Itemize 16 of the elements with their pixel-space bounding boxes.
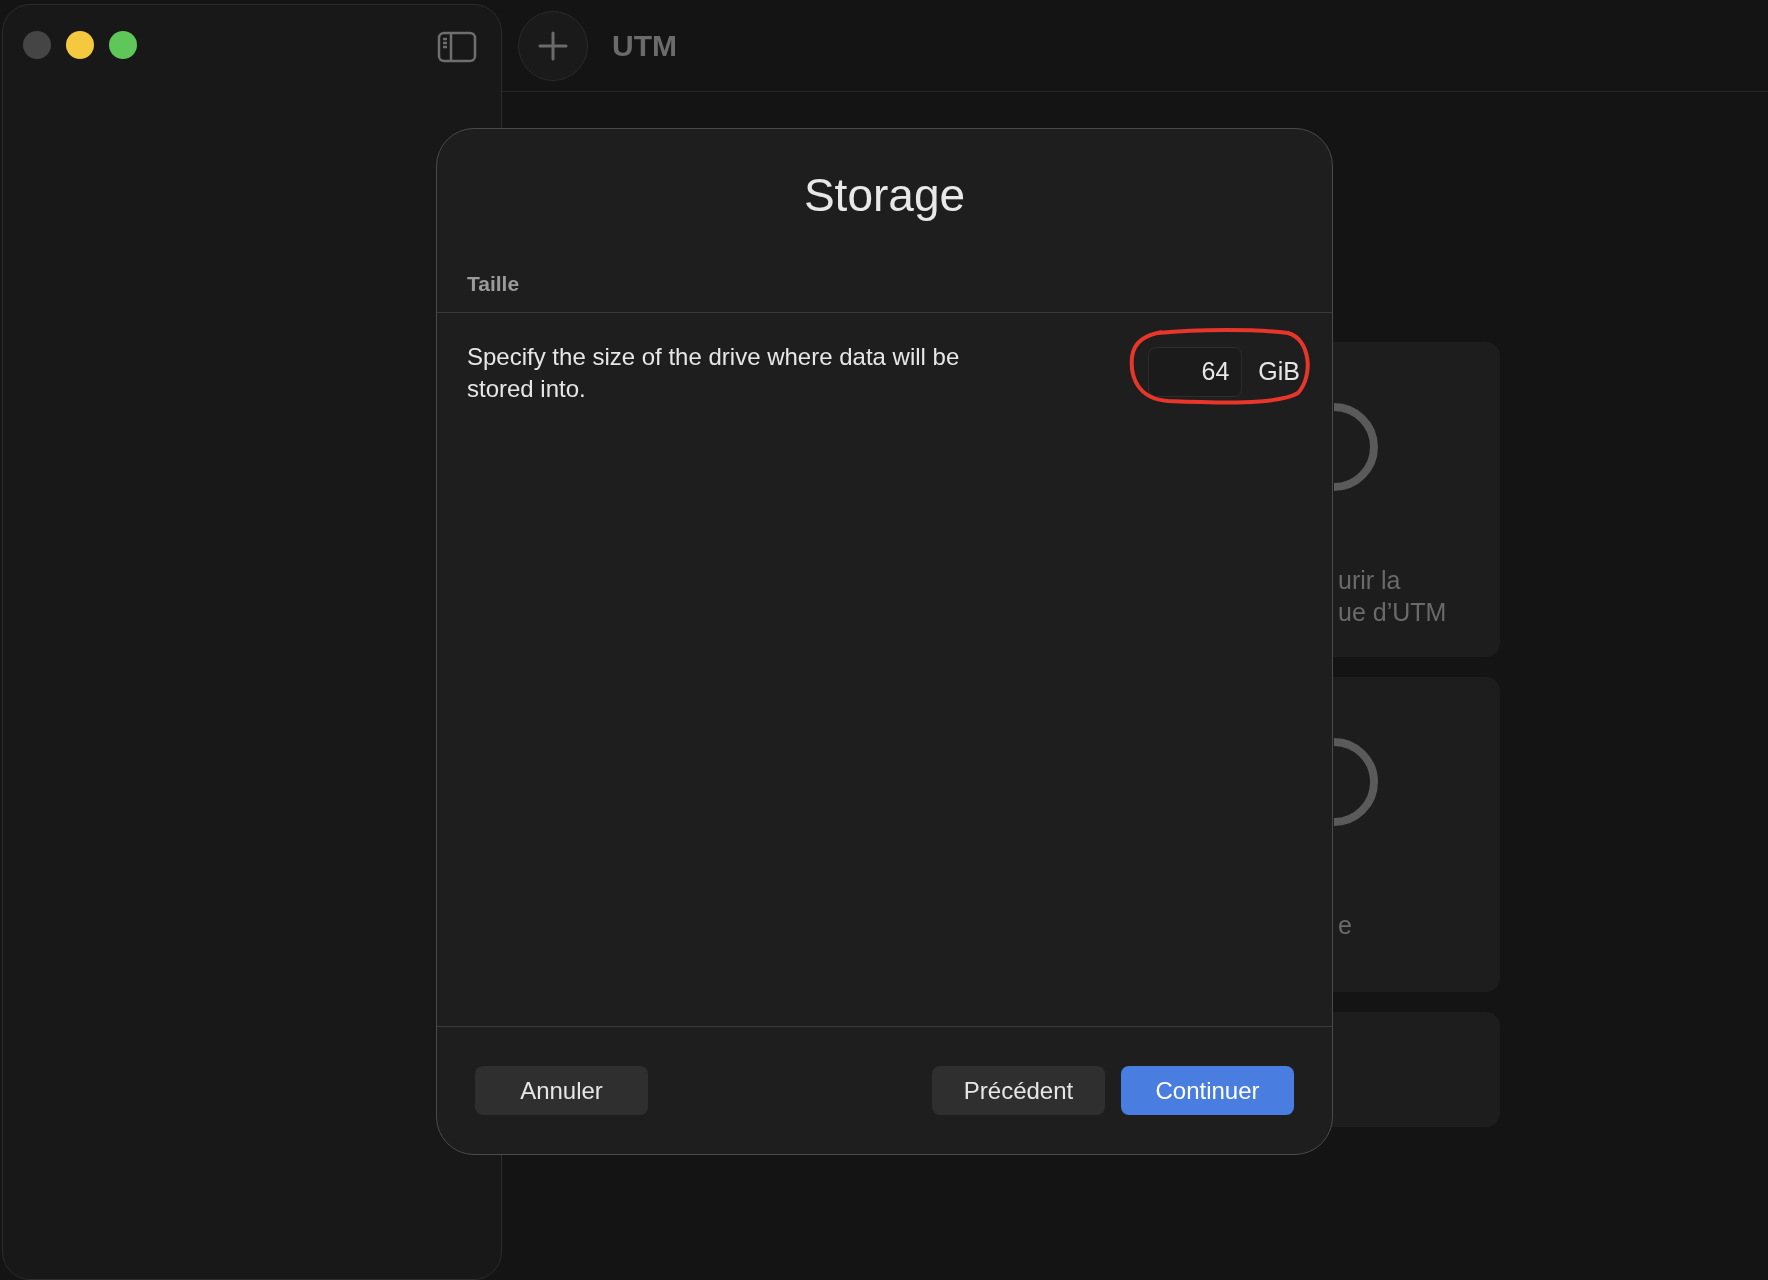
- minimize-window-icon[interactable]: [66, 31, 94, 59]
- dialog-button[interactable]: Précédent: [932, 1066, 1105, 1115]
- close-window-icon[interactable]: [23, 31, 51, 59]
- plus-icon: [538, 30, 568, 61]
- size-field[interactable]: 64: [1148, 346, 1243, 397]
- window-title: UTM: [612, 28, 677, 64]
- section-header: Taille: [467, 271, 521, 297]
- dialog-title: Storage: [802, 168, 967, 223]
- unit-label: GiB: [1258, 355, 1300, 387]
- card-label: e: [1338, 910, 1353, 941]
- card-label: urir la ue d’UTM: [1338, 565, 1448, 628]
- continue-button[interactable]: Continuer: [1121, 1066, 1294, 1115]
- size-description: Specify the size of the drive where data will be stored into.: [467, 341, 961, 404]
- zoom-window-icon[interactable]: [109, 31, 137, 59]
- sidebar-toggle-icon[interactable]: [437, 31, 477, 63]
- dialog-button[interactable]: Annuler: [475, 1066, 648, 1115]
